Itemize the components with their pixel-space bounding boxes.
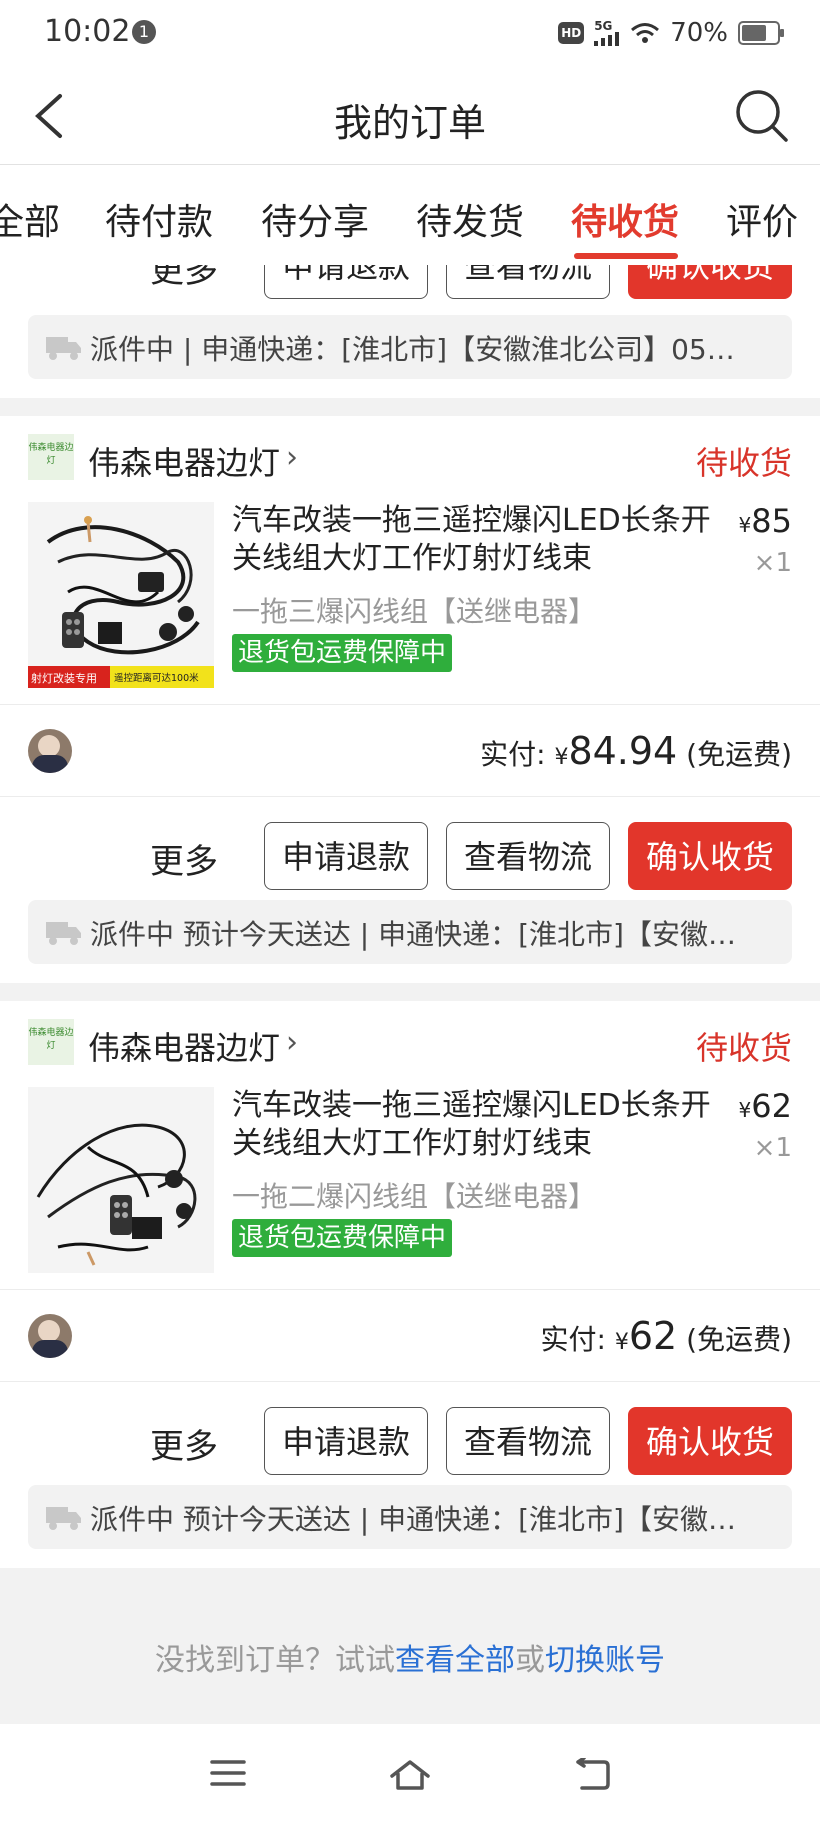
back-nav-icon[interactable] (574, 1758, 612, 1790)
search-icon[interactable] (730, 84, 792, 146)
product-quantity: ×1 (753, 1133, 792, 1163)
more-button[interactable]: 更多 (150, 834, 218, 883)
order-tabs: 全部 待付款 待分享 待发货 待收货 评价 (0, 165, 820, 265)
switch-account-link[interactable]: 切换账号 (545, 1643, 665, 1678)
header: 我的订单 (0, 66, 820, 165)
wiring-harness-image: 射灯改装专用 遥控距离可达100米 (28, 502, 214, 688)
confirm-receipt-button[interactable]: 确认收货 (628, 822, 792, 890)
tab-review[interactable]: 评价 (726, 193, 798, 245)
status-bar: 10:02 1 HD 5G 70% (0, 0, 820, 66)
active-tab-indicator (574, 253, 678, 259)
cellular-icon: 5G (594, 20, 620, 46)
avatar[interactable] (28, 729, 72, 773)
paid-amount: 实付: ¥62 (免运费) (540, 1314, 792, 1358)
shop-name[interactable]: 伟森电器边灯 (88, 1023, 280, 1069)
refund-button[interactable]: 申请退款 (264, 822, 428, 890)
logistics-text: 派件中 预计今天送达 | 申通快递：[淮北市]【安徽… (90, 1503, 736, 1536)
menu-icon[interactable] (210, 1758, 246, 1788)
order-card: 伟森电器边灯 伟森电器边灯 › 待收货 射灯改装专用 遥控距离可达100米 汽车… (0, 416, 820, 983)
not-found-tip: 没找到订单？试试查看全部或切换账号 (155, 1643, 665, 1678)
payment-row: 实付: ¥84.94 (免运费) (0, 705, 820, 795)
more-button[interactable]: 更多 (150, 1419, 218, 1468)
order-status: 待收货 (695, 1029, 792, 1067)
page-title: 我的订单 (333, 101, 486, 145)
tab-all[interactable]: 全部 (0, 193, 60, 245)
order-status: 待收货 (695, 444, 792, 482)
logistics-bar[interactable]: 派件中 预计今天送达 | 申通快递：[淮北市]【安徽… (28, 900, 792, 964)
image-caption-left: 射灯改装专用 (31, 671, 97, 685)
battery-percent: 70% (670, 18, 728, 48)
shop-logo: 伟森电器边灯 (28, 1019, 74, 1065)
paid-amount: 实付: ¥84.94 (免运费) (480, 729, 792, 773)
order-card: 伟森电器边灯 伟森电器边灯 › 待收货 汽车改装一拖三遥控爆闪LED长条开关线组… (0, 1001, 820, 1568)
hd-icon: HD (558, 22, 585, 44)
return-shipping-badge: 退货包运费保障中 (232, 634, 453, 672)
product-quantity: ×1 (753, 548, 792, 578)
logistics-text: 派件中 预计今天送达 | 申通快递：[淮北市]【安徽… (90, 918, 736, 951)
clock: 10:02 (44, 14, 131, 49)
divider (0, 796, 820, 797)
wiring-harness-image (28, 1087, 214, 1273)
shop-row[interactable]: 伟森电器边灯 伟森电器边灯 › 待收货 (28, 1019, 792, 1067)
system-navigation-bar (0, 1724, 820, 1822)
product-title[interactable]: 汽车改装一拖三遥控爆闪LED长条开关线组大灯工作灯射灯线束 (232, 1087, 722, 1163)
logistics-bar[interactable]: 派件中 预计今天送达 | 申通快递：[淮北市]【安徽… (28, 1485, 792, 1549)
truck-icon (46, 1507, 81, 1530)
confirm-receipt-button[interactable]: 确认收货 (628, 265, 792, 299)
confirm-receipt-button[interactable]: 确认收货 (628, 1407, 792, 1475)
refund-button[interactable]: 申请退款 (264, 1407, 428, 1475)
view-logistics-button[interactable]: 查看物流 (446, 1407, 610, 1475)
logistics-text: 派件中 | 申通快递：[淮北市]【安徽淮北公司】05… (90, 333, 735, 366)
shop-logo: 伟森电器边灯 (28, 434, 74, 480)
tab-pending-receipt[interactable]: 待收货 (571, 193, 679, 245)
home-icon[interactable] (388, 1758, 432, 1792)
logistics-bar[interactable]: 派件中 | 申通快递：[淮北市]【安徽淮北公司】05… (28, 315, 792, 379)
avatar[interactable] (28, 1314, 72, 1358)
product-image[interactable]: 射灯改装专用 遥控距离可达100米 (28, 502, 214, 688)
image-caption-right: 遥控距离可达100米 (114, 672, 199, 684)
wifi-icon (631, 23, 660, 43)
notification-badge: 1 (132, 20, 156, 44)
product-price: ¥85 (738, 502, 792, 540)
divider (0, 1381, 820, 1382)
product-sku: 一拖二爆闪线组【送继电器】 (232, 1180, 597, 1213)
view-logistics-button[interactable]: 查看物流 (446, 822, 610, 890)
view-all-link[interactable]: 查看全部 (395, 1643, 515, 1678)
return-shipping-badge: 退货包运费保障中 (232, 1219, 453, 1257)
order-actions: 更多 申请退款 查看物流 确认收货 (0, 265, 820, 309)
truck-icon (46, 922, 81, 945)
battery-icon (738, 21, 784, 45)
order-actions: 更多 申请退款 查看物流 确认收货 (0, 1395, 820, 1485)
view-logistics-button[interactable]: 查看物流 (446, 265, 610, 299)
refund-button[interactable]: 申请退款 (264, 265, 428, 299)
tab-pending-shipment[interactable]: 待发货 (416, 193, 524, 245)
status-icons: HD 5G 70% (558, 16, 784, 50)
product-image[interactable] (28, 1087, 214, 1273)
truck-icon (46, 337, 81, 360)
order-card-partial: 更多 申请退款 查看物流 确认收货 派件中 | 申通快递：[淮北市]【安徽淮北公… (0, 265, 820, 398)
shop-row[interactable]: 伟森电器边灯 伟森电器边灯 › 待收货 (28, 434, 792, 482)
product-title[interactable]: 汽车改装一拖三遥控爆闪LED长条开关线组大灯工作灯射灯线束 (232, 502, 722, 578)
more-button[interactable]: 更多 (150, 265, 218, 292)
product-price: ¥62 (738, 1087, 792, 1125)
tab-pending-share[interactable]: 待分享 (261, 193, 369, 245)
order-actions: 更多 申请退款 查看物流 确认收货 (0, 810, 820, 900)
chevron-right-icon: › (286, 1025, 298, 1060)
tab-pending-payment[interactable]: 待付款 (105, 193, 213, 245)
chevron-right-icon: › (286, 440, 298, 475)
payment-row: 实付: ¥62 (免运费) (0, 1290, 820, 1380)
shop-name[interactable]: 伟森电器边灯 (88, 438, 280, 484)
product-sku: 一拖三爆闪线组【送继电器】 (232, 595, 597, 628)
